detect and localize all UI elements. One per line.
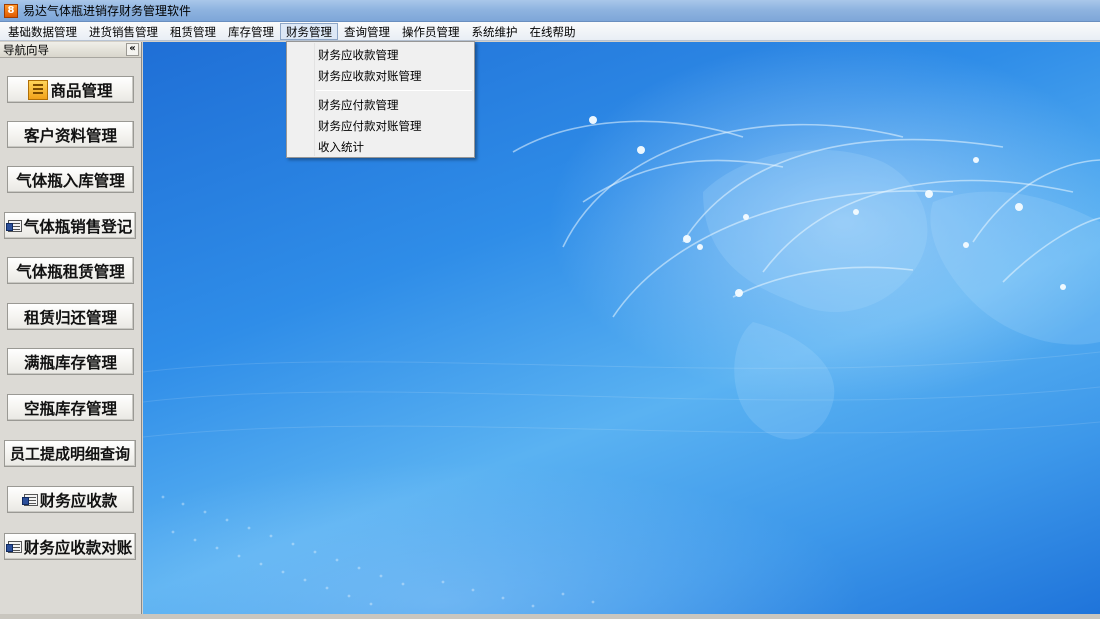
nav-button-label: 客户资料管理 — [23, 125, 117, 145]
menu-item-receivables-reconciliation[interactable]: 财务应收款对账管理 — [318, 68, 422, 84]
product-icon — [28, 79, 49, 100]
menu-rental[interactable]: 租赁管理 — [164, 23, 222, 40]
nav-button-label: 员工提成明细查询 — [9, 445, 130, 463]
nav-button-rental-return[interactable]: 租赁归还管理 — [7, 303, 134, 330]
menu-purchase-sales[interactable]: 进货销售管理 — [83, 23, 164, 40]
nav-button-empty-cylinder-stock[interactable]: 空瓶库存管理 — [7, 394, 134, 421]
status-strip — [0, 614, 1100, 619]
nav-button-receivables-reconciliation[interactable]: 财务应收款对账 — [4, 533, 136, 560]
menu-query[interactable]: 查询管理 — [338, 23, 396, 40]
menu-finance[interactable]: 财务管理 — [280, 22, 338, 40]
nav-button-cylinder-rental[interactable]: 气体瓶租赁管理 — [7, 257, 134, 284]
nav-button-label: 满瓶库存管理 — [23, 352, 117, 372]
nav-button-full-cylinder-stock[interactable]: 满瓶库存管理 — [7, 348, 134, 375]
nav-button-cylinder-sales[interactable]: 气体瓶销售登记 — [4, 212, 136, 239]
nav-button-cylinder-stock-in[interactable]: 气体瓶入库管理 — [7, 166, 134, 193]
nav-header: 导航向导 « — [0, 42, 141, 58]
menu-basic-data[interactable]: 基础数据管理 — [2, 23, 83, 40]
form-icon — [5, 540, 22, 553]
nav-button-label: 租赁归还管理 — [23, 307, 117, 327]
nav-button-label: 气体瓶入库管理 — [16, 170, 125, 190]
form-icon — [5, 219, 22, 232]
app-logo-icon: 8 — [4, 3, 18, 18]
nav-button-label: 财务应收款 — [39, 490, 118, 510]
nav-button-label: 财务应收款对账 — [23, 537, 133, 557]
menu-separator — [316, 90, 472, 91]
nav-button-label: 气体瓶租赁管理 — [16, 261, 125, 281]
nav-button-label: 商品管理 — [50, 80, 113, 100]
menu-item-income-statistics[interactable]: 收入统计 — [318, 139, 364, 155]
form-icon — [21, 493, 38, 506]
menu-online-help[interactable]: 在线帮助 — [524, 23, 582, 40]
menu-bar: 基础数据管理 进货销售管理 租赁管理 库存管理 财务管理 查询管理 操作员管理 … — [0, 22, 1100, 41]
menu-operators[interactable]: 操作员管理 — [396, 23, 466, 40]
title-bar: 8 易达气体瓶进销存财务管理软件 — [0, 0, 1100, 22]
menu-item-receivables-management[interactable]: 财务应收款管理 — [318, 47, 399, 63]
nav-button-commission-query[interactable]: 员工提成明细查询 — [4, 440, 136, 467]
nav-button-customers[interactable]: 客户资料管理 — [7, 121, 134, 148]
navigation-panel: 导航向导 « 商品管理 客户资料管理 气体瓶入库管理 气体瓶销售登记 气体瓶租赁… — [0, 42, 142, 614]
menu-item-payables-management[interactable]: 财务应付款管理 — [318, 97, 399, 113]
nav-button-receivables[interactable]: 财务应收款 — [7, 486, 134, 513]
nav-button-products[interactable]: 商品管理 — [7, 76, 134, 103]
menu-item-payables-reconciliation[interactable]: 财务应付款对账管理 — [318, 118, 422, 134]
nav-button-label: 空瓶库存管理 — [23, 398, 117, 418]
nav-button-label: 气体瓶销售登记 — [23, 216, 133, 236]
menu-inventory[interactable]: 库存管理 — [222, 23, 280, 40]
menu-system-maintenance[interactable]: 系统维护 — [466, 23, 524, 40]
collapse-button[interactable]: « — [126, 43, 139, 56]
finance-dropdown-menu: 财务应收款管理 财务应收款对账管理 财务应付款管理 财务应付款对账管理 收入统计 — [286, 41, 475, 158]
nav-header-title: 导航向导 — [3, 42, 49, 57]
window-title: 易达气体瓶进销存财务管理软件 — [23, 4, 192, 18]
